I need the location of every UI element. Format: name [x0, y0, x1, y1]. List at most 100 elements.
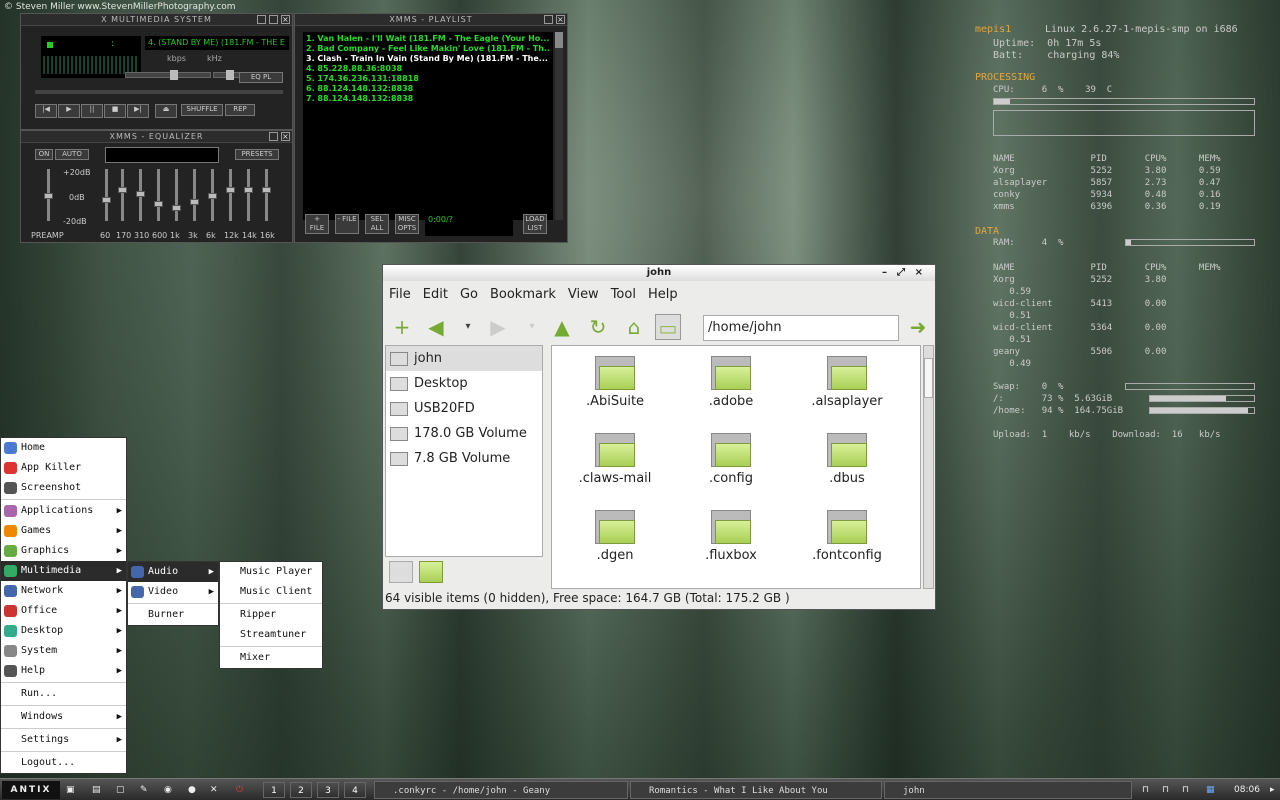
taskbar-arrow-icon[interactable]: ▸ [1270, 781, 1278, 799]
eq-auto-button[interactable]: AUTO [55, 149, 89, 160]
playlist-scrollbar[interactable] [555, 32, 563, 220]
desktop-1-button[interactable]: 1 [263, 782, 285, 798]
menu-item-logout[interactable]: Logout... [1, 753, 126, 773]
menu-bookmark[interactable]: Bookmark [490, 287, 556, 302]
xmms-playlist-window[interactable]: XMMS - PLAYLIST × 1. Van Halen - I'll Wai… [294, 13, 568, 243]
file-manager-launcher-icon[interactable]: ▣ [66, 781, 82, 799]
eq-band-slider[interactable] [136, 169, 145, 221]
menu-help[interactable]: Help [648, 287, 678, 302]
eq-band-slider[interactable] [118, 169, 127, 221]
file-item[interactable]: .dbus [792, 433, 902, 486]
file-item[interactable]: .fluxbox [676, 510, 786, 563]
pause-button[interactable]: || [81, 104, 103, 118]
tray-icon-2[interactable]: ⊓ [1162, 781, 1178, 799]
sidebar-item[interactable]: USB20FD [386, 396, 542, 421]
tools-launcher-icon[interactable]: ✕ [210, 781, 226, 799]
multimedia-submenu[interactable]: Audio ▶ Video ▶ Burner [127, 561, 219, 626]
root-menu[interactable]: Home App Killer Screenshot Applications ▶ Gam… [0, 437, 127, 774]
next-button[interactable]: ▶| [127, 104, 149, 118]
back-history-icon[interactable]: ▾ [455, 314, 481, 340]
file-manager-window[interactable]: john – ⤢ × File Edit Go Bookmark View Tool Hel… [382, 264, 936, 610]
playlist-button[interactable]: SEL ALL [365, 214, 389, 234]
browser-launcher-icon[interactable]: ◉ [164, 781, 180, 799]
preamp-slider[interactable] [44, 169, 53, 221]
playlist-list[interactable]: 1. Van Halen - I'll Wait (181.FM - The E… [303, 32, 553, 220]
menu-item-graphics[interactable]: Graphics ▶ [1, 541, 126, 561]
playlist-item[interactable]: 1. Van Halen - I'll Wait (181.FM - The E… [306, 34, 550, 44]
menu-item-run[interactable]: Run... [1, 684, 126, 704]
submenu-item-ripper[interactable]: Ripper [220, 605, 322, 625]
eq-pl-toggle[interactable]: EQ PL [239, 72, 283, 83]
menu-item-home[interactable]: Home [1, 438, 126, 458]
menu-go[interactable]: Go [460, 287, 478, 302]
taskbar-window-button[interactable]: Romantics - What I Like About You [630, 781, 882, 799]
audio-submenu[interactable]: Music Player Music Client Ripper Streamtune… [219, 561, 323, 669]
side-pane-tree-button[interactable] [419, 561, 443, 583]
xmms-equalizer-window[interactable]: XMMS - EQUALIZER × ON AUTO PRESETS +20dB … [20, 130, 293, 243]
folder-launcher-icon[interactable]: ▤ [92, 781, 108, 799]
playlist-button[interactable]: MISC OPTS [395, 214, 419, 234]
close-icon[interactable]: × [915, 265, 923, 281]
eq-band-slider[interactable] [102, 169, 111, 221]
playlist-button[interactable]: - FILE [335, 214, 359, 234]
shutdown-icon[interactable]: ⏻ [236, 781, 252, 799]
submenu-item-music-player[interactable]: Music Player [220, 562, 322, 582]
location-field[interactable]: /home/john [703, 315, 899, 341]
go-icon[interactable]: ➜ [905, 314, 931, 340]
menu-view[interactable]: View [568, 287, 599, 302]
desktop-3-button[interactable]: 3 [317, 782, 339, 798]
presets-button[interactable]: PRESETS [235, 149, 279, 160]
menu-item-applications[interactable]: Applications ▶ [1, 501, 126, 521]
sidebar-item[interactable]: 7.8 GB Volume [386, 446, 542, 471]
prev-button[interactable]: |◀ [35, 104, 57, 118]
playlist-item[interactable]: 4. 85.228.88.36:8038 [306, 64, 550, 74]
menu-item-windows[interactable]: Windows ▶ [1, 707, 126, 727]
sidebar-item[interactable]: Desktop [386, 371, 542, 396]
eq-band-slider[interactable] [190, 169, 199, 221]
sidebar-item[interactable]: john [386, 346, 542, 371]
repeat-button[interactable]: REP [225, 104, 255, 116]
eq-on-button[interactable]: ON [35, 149, 53, 160]
stop-button[interactable]: ■ [104, 104, 126, 118]
eject-button[interactable]: ⏏ [155, 104, 177, 118]
folder-view-icon[interactable]: ▭ [655, 314, 681, 340]
seek-bar[interactable] [35, 90, 283, 94]
play-button[interactable]: ▶ [58, 104, 80, 118]
menu-tool[interactable]: Tool [611, 287, 636, 302]
eq-band-slider[interactable] [226, 169, 235, 221]
home-icon[interactable]: ⌂ [621, 314, 647, 340]
playlist-item[interactable]: 2. Bad Company - Feel Like Makin' Love (… [306, 44, 550, 54]
file-item[interactable]: .claws-mail [560, 433, 670, 486]
new-tab-icon[interactable]: + [389, 314, 415, 340]
playlist-title[interactable]: XMMS - PLAYLIST × [295, 14, 567, 26]
taskbar-window-button[interactable]: john [884, 781, 1132, 799]
xmms-main-window[interactable]: X MULTIMEDIA SYSTEM × : 4. (STAND BY ME)… [20, 13, 293, 130]
file-item[interactable]: .AbiSuite [560, 356, 670, 409]
playlist-item[interactable]: 7. 88.124.148.132:8838 [306, 94, 550, 104]
back-icon[interactable]: ◀ [423, 314, 449, 340]
close-icon[interactable]: × [281, 15, 290, 24]
eq-title[interactable]: XMMS - EQUALIZER × [21, 131, 292, 143]
maximize-icon[interactable]: ⤢ [897, 265, 905, 281]
file-item[interactable]: .fontconfig [792, 510, 902, 563]
up-icon[interactable]: ▲ [549, 314, 575, 340]
submenu-item-video[interactable]: Video ▶ [128, 582, 218, 602]
submenu-item-music-client[interactable]: Music Client [220, 582, 322, 602]
tray-icon-1[interactable]: ⊓ [1142, 781, 1158, 799]
menu-file[interactable]: File [389, 287, 411, 302]
menu-item-system[interactable]: System ▶ [1, 641, 126, 661]
shuffle-button[interactable]: SHUFFLE [181, 104, 223, 116]
menu-item-desktop[interactable]: Desktop ▶ [1, 621, 126, 641]
playlist-item[interactable]: 5. 174.36.236.131:18818 [306, 74, 550, 84]
playlist-item[interactable]: 6. 88.124.148.132:8838 [306, 84, 550, 94]
volume-slider[interactable] [125, 70, 211, 80]
sidebar-item[interactable]: 178.0 GB Volume [386, 421, 542, 446]
tray-icon-3[interactable]: ⊓ [1182, 781, 1198, 799]
playlist-button[interactable]: + FILE [305, 214, 329, 234]
desktop-4-button[interactable]: 4 [344, 782, 366, 798]
eq-band-slider[interactable] [154, 169, 163, 221]
taskbar-window-button[interactable]: .conkyrc - /home/john - Geany [374, 781, 628, 799]
file-item[interactable]: .dgen [560, 510, 670, 563]
eq-band-slider[interactable] [172, 169, 181, 221]
file-grid[interactable]: .AbiSuite .adobe .alsaplayer .claws-mail .co… [551, 345, 921, 589]
